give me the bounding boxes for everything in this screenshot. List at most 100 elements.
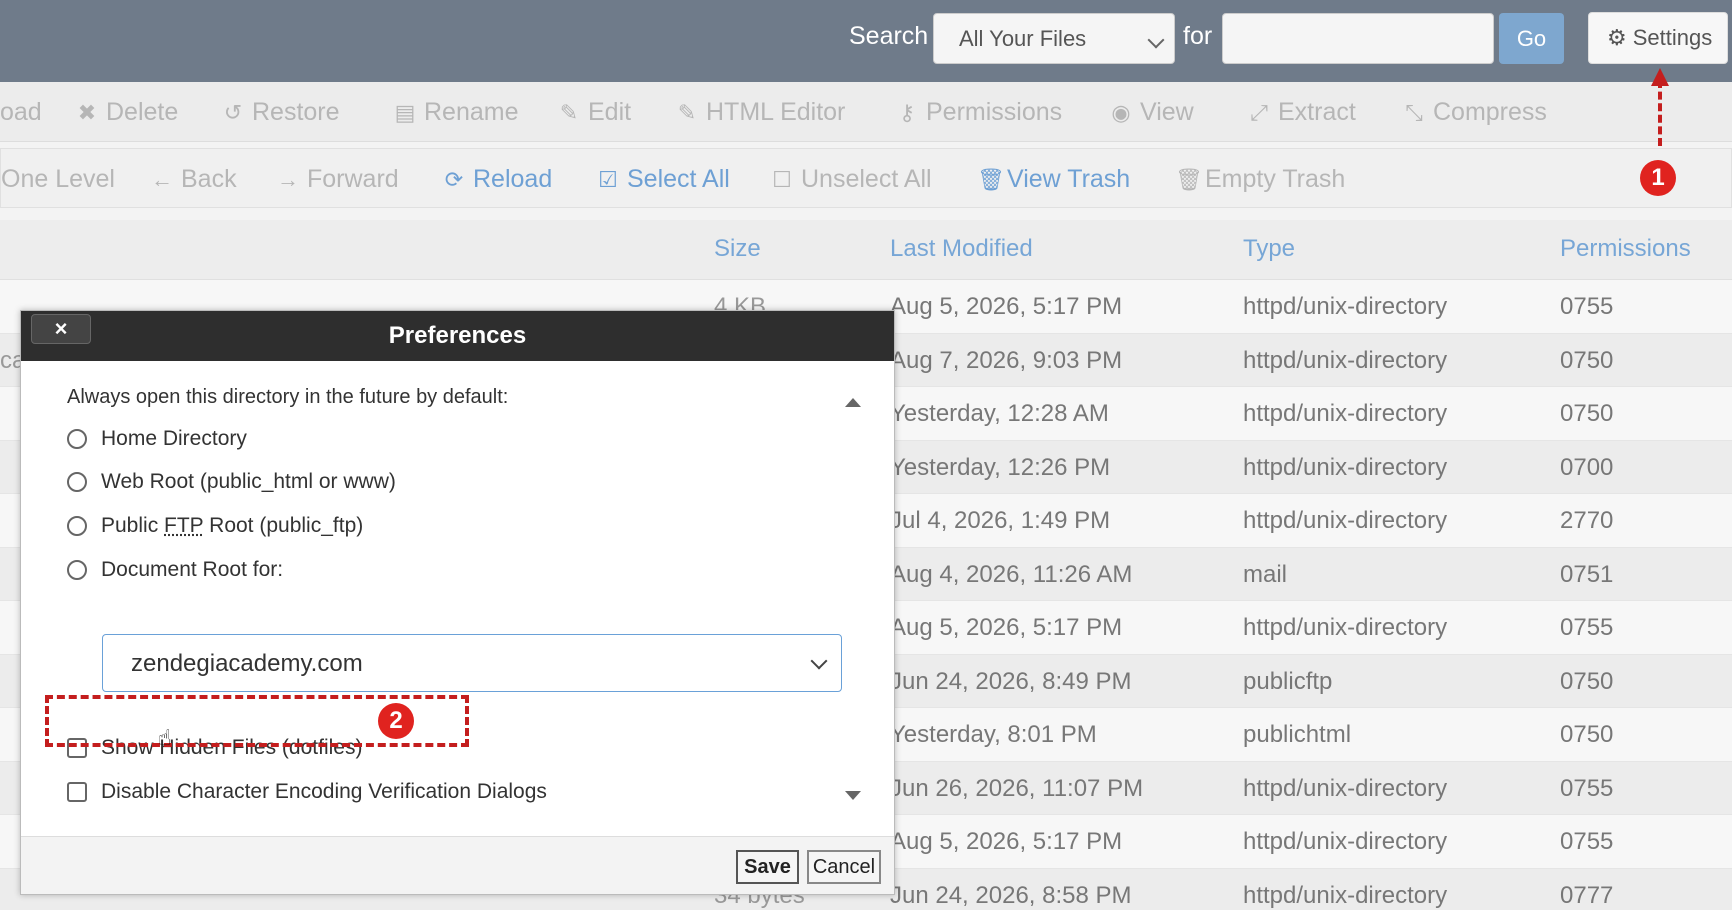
search-scope-value: All Your Files bbox=[959, 26, 1087, 51]
file-table-header: Size Last Modified Type Permissions bbox=[0, 220, 1732, 280]
scroll-up-icon[interactable] bbox=[845, 398, 861, 407]
select-all-button[interactable]: ☑ Select All bbox=[597, 165, 730, 194]
view-trash-button[interactable]: 🗑 View Trash bbox=[977, 165, 1130, 194]
disable-encoding-checkbox[interactable] bbox=[67, 782, 87, 802]
search-bar: Search All Your Files for Go ⚙ Settings bbox=[0, 0, 1732, 82]
toolbar-label: Forward bbox=[307, 165, 399, 193]
delete-icon: ✖ bbox=[77, 99, 97, 125]
cell-permissions: 0755 bbox=[1560, 293, 1614, 320]
option-home-directory[interactable]: Home Directory bbox=[67, 427, 247, 451]
permissions-icon: ⚷ bbox=[898, 99, 916, 125]
toolbar-label: View Trash bbox=[1007, 165, 1131, 193]
hand-cursor-icon: ☝ bbox=[158, 725, 172, 750]
option-public-ftp-root[interactable]: Public FTP Root (public_ftp) bbox=[67, 514, 363, 538]
cancel-button[interactable]: Cancel bbox=[807, 850, 881, 884]
search-scope-select[interactable]: All Your Files bbox=[933, 13, 1175, 64]
cell-modified: Jun 24, 2026, 8:49 PM bbox=[890, 667, 1132, 695]
dialog-body: Always open this directory in the future… bbox=[21, 361, 894, 833]
back-button[interactable]: ← Back bbox=[151, 165, 237, 194]
empty-trash-button[interactable]: 🗑 Empty Trash bbox=[1175, 165, 1345, 194]
reload-button[interactable]: ⟳ Reload bbox=[443, 165, 552, 194]
cell-permissions: 0751 bbox=[1560, 560, 1614, 588]
default-directory-heading: Always open this directory in the future… bbox=[67, 386, 509, 408]
unselect-all-button[interactable]: ☐ Unselect All bbox=[771, 165, 932, 194]
back-icon: ← bbox=[151, 166, 173, 192]
toolbar-label: View bbox=[1140, 98, 1194, 126]
step-badge-1: 1 bbox=[1640, 160, 1676, 196]
cell-modified: Aug 5, 2026, 5:17 PM bbox=[890, 828, 1123, 855]
dashed-arrow bbox=[1658, 80, 1662, 146]
reload-icon: ⟳ bbox=[444, 166, 464, 192]
toolbar-label: Compress bbox=[1433, 98, 1547, 126]
settings-label: Settings bbox=[1632, 25, 1713, 50]
up-one-level-button[interactable]: One Level bbox=[1, 165, 115, 194]
cell-permissions: 0755 bbox=[1560, 614, 1614, 641]
radio-button[interactable] bbox=[67, 429, 87, 449]
close-button[interactable]: × bbox=[31, 314, 91, 344]
option-label: Document Root for: bbox=[101, 558, 284, 581]
html-editor-icon: ✎ bbox=[677, 99, 697, 125]
column-header-modified[interactable]: Last Modified bbox=[890, 235, 1033, 263]
column-header-type[interactable]: Type bbox=[1243, 235, 1295, 263]
cell-type: httpd/unix-directory bbox=[1243, 774, 1448, 802]
option-label: Web Root (public_html or www) bbox=[101, 470, 396, 493]
view-button[interactable]: ◉ View bbox=[1110, 98, 1194, 127]
go-button[interactable]: Go bbox=[1499, 13, 1564, 64]
cell-type: mail bbox=[1243, 560, 1288, 588]
extract-icon: ⤢ bbox=[1250, 99, 1268, 125]
radio-button[interactable] bbox=[67, 560, 87, 580]
cell-type: httpd/unix-directory bbox=[1243, 828, 1448, 855]
forward-button[interactable]: → Forward bbox=[277, 165, 399, 194]
navigation-toolbar: One Level ← Back → Forward ⟳ Reload ☑ Select… bbox=[0, 148, 1732, 208]
toolbar-label: Reload bbox=[473, 165, 553, 193]
rename-button[interactable]: ▤ Rename bbox=[394, 98, 519, 127]
cell-modified: Yesterday, 12:28 AM bbox=[890, 400, 1109, 427]
toolbar-label: Unselect All bbox=[801, 165, 932, 193]
extract-button[interactable]: ⤢ Extract bbox=[1248, 98, 1356, 127]
file-actions-toolbar: oad ✖ Delete ↺ Restore ▤ Rename ✎ Edit ✎ HTML… bbox=[0, 82, 1732, 142]
option-label-part: Public bbox=[101, 514, 165, 537]
restore-button[interactable]: ↺ Restore bbox=[222, 98, 340, 127]
chevron-down-icon bbox=[1147, 31, 1165, 49]
settings-button[interactable]: ⚙ Settings bbox=[1588, 12, 1728, 64]
cell-permissions: 0750 bbox=[1560, 721, 1614, 748]
disable-encoding-option[interactable]: Disable Character Encoding Verification … bbox=[67, 780, 547, 804]
radio-button[interactable] bbox=[67, 516, 87, 536]
domain-select[interactable]: zendegiacademy.com bbox=[102, 634, 842, 692]
toolbar-label: Permissions bbox=[926, 98, 1063, 126]
cell-permissions: 0750 bbox=[1560, 346, 1614, 374]
select-all-icon: ☑ bbox=[598, 166, 618, 192]
radio-button[interactable] bbox=[67, 472, 87, 492]
html-editor-button[interactable]: ✎ HTML Editor bbox=[676, 98, 846, 127]
dialog-title: Preferences bbox=[21, 311, 894, 361]
cell-modified: Aug 4, 2026, 11:26 AM bbox=[890, 560, 1133, 588]
column-header-size[interactable]: Size bbox=[714, 235, 761, 263]
delete-button[interactable]: ✖ Delete bbox=[76, 98, 178, 127]
cell-type: publichtml bbox=[1243, 721, 1352, 748]
option-label: Home Directory bbox=[101, 427, 247, 450]
option-label-part: Root (public_ftp) bbox=[203, 514, 364, 537]
column-header-permissions[interactable]: Permissions bbox=[1560, 235, 1691, 263]
toolbar-label: Edit bbox=[588, 98, 632, 126]
permissions-button[interactable]: ⚷ Permissions bbox=[896, 98, 1062, 127]
checkbox-label: Disable Character Encoding Verification … bbox=[101, 780, 547, 803]
cell-modified: Jun 26, 2026, 11:07 PM bbox=[890, 774, 1144, 802]
edit-button[interactable]: ✎ Edit bbox=[558, 98, 631, 127]
search-label: Search bbox=[849, 22, 929, 50]
save-button[interactable]: Save bbox=[736, 850, 799, 884]
option-label: Public FTP Root (public_ftp) bbox=[101, 514, 363, 538]
option-web-root[interactable]: Web Root (public_html or www) bbox=[67, 470, 396, 494]
toolbar-label: One Level bbox=[1, 165, 115, 193]
option-document-root[interactable]: Document Root for: bbox=[67, 558, 283, 582]
compress-button[interactable]: ⤡ Compress bbox=[1403, 98, 1547, 127]
toolbar-label: Restore bbox=[252, 98, 340, 126]
empty-trash-icon: 🗑 bbox=[1175, 166, 1203, 192]
scroll-down-icon[interactable] bbox=[845, 791, 861, 800]
toolbar-label: Back bbox=[181, 165, 237, 193]
domain-select-value: zendegiacademy.com bbox=[131, 650, 363, 677]
cell-modified: Aug 7, 2026, 9:03 PM bbox=[890, 346, 1123, 374]
upload-button[interactable]: oad bbox=[0, 98, 42, 127]
search-input[interactable] bbox=[1222, 13, 1494, 64]
toolbar-label: Rename bbox=[424, 98, 519, 126]
cell-permissions: 2770 bbox=[1560, 507, 1614, 534]
